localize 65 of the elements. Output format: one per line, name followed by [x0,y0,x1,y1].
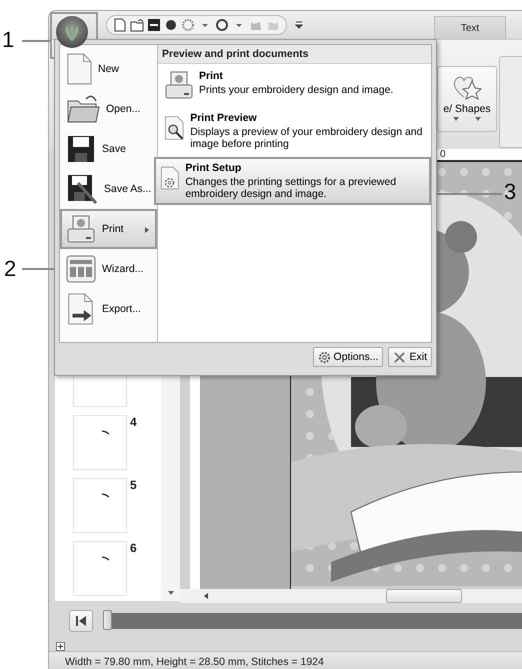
circle-tool-button[interactable] [164,18,178,32]
shapes-button[interactable]: e/ Shapes [437,66,497,132]
callout-number: 2 [4,257,16,281]
horizontal-scrollbar[interactable] [180,589,522,603]
thumbnail-number: 4 [130,415,137,429]
submenu-item[interactable]: Print Preview Displays a preview of your embroidery design and image before printing [158,107,431,155]
ring-tool-button[interactable] [215,18,229,32]
thumbnail-number: 6 [130,541,137,555]
menu-item[interactable]: Print [60,209,157,249]
folder-icon [66,93,100,125]
menu-item[interactable]: Open... [60,89,157,129]
ruler-label: 0 [440,149,446,160]
thumbnail-number: 5 [130,478,137,492]
thumbnail[interactable] [73,415,127,470]
customize-toolbar-button[interactable] [295,20,303,30]
ring-icon [215,18,229,32]
stitch-mark-icon [102,556,110,561]
grid-icon [66,255,96,283]
scroll-thumb[interactable] [386,589,462,603]
shapes-label: e/ Shapes [443,103,491,115]
caret-icon [295,20,303,30]
expand-icon[interactable] [56,642,65,650]
app-button[interactable] [56,16,88,48]
callout-number: 3 [504,180,516,204]
leader-line [22,40,50,42]
starburst-tool-button[interactable] [181,18,195,32]
caret-icon [453,117,459,121]
printer-icon [164,70,194,100]
status-bar: Width = 79.80 mm, Height = 28.50 mm, Stitches = 1924 [49,651,522,669]
menu-item[interactable]: New [60,49,157,89]
exit-button[interactable]: Exit [388,347,432,367]
submenu-item[interactable]: Print Setup Changes the printing settings for a previewed embroidery design and image. [154,157,431,205]
menu-item[interactable]: Wizard... [60,249,157,289]
slider-thumb[interactable] [103,610,112,630]
leader-line [22,268,55,270]
disk-tool-button[interactable] [147,18,161,32]
page-icon [66,53,92,85]
menu-item[interactable]: Save [60,129,157,169]
circle-icon [164,18,178,32]
close-icon [393,350,406,364]
skip-start-icon [76,616,86,626]
thumbnail[interactable] [73,478,127,533]
starburst-icon [181,18,195,32]
callout-number: 1 [2,28,14,52]
gear-icon [318,350,331,364]
menu-item[interactable]: Export... [60,289,157,329]
stitch-slider[interactable] [103,613,522,629]
stitch-mark-icon [102,430,110,435]
skip-to-start-button[interactable] [69,610,93,632]
caret-icon [475,117,481,121]
folder-icon [130,18,144,32]
page-arrow-icon [66,293,96,325]
menu-section-header: Preview and print documents [158,45,431,64]
page-icon [113,18,127,32]
disk-pen-icon [66,173,98,205]
scroll-left-icon [204,593,208,599]
printer-icon [66,214,96,244]
submenu-item[interactable]: Print Prints your embroidery design and image. [158,65,431,105]
ribbon-tab[interactable]: Text [434,16,506,39]
stitch-mark-icon [102,493,110,498]
folder-tool-button[interactable] [130,18,144,32]
options-button[interactable]: Options... [312,347,384,367]
caret-icon [168,591,174,595]
page-tool-button[interactable] [113,18,127,32]
thumbnail[interactable] [73,541,127,596]
